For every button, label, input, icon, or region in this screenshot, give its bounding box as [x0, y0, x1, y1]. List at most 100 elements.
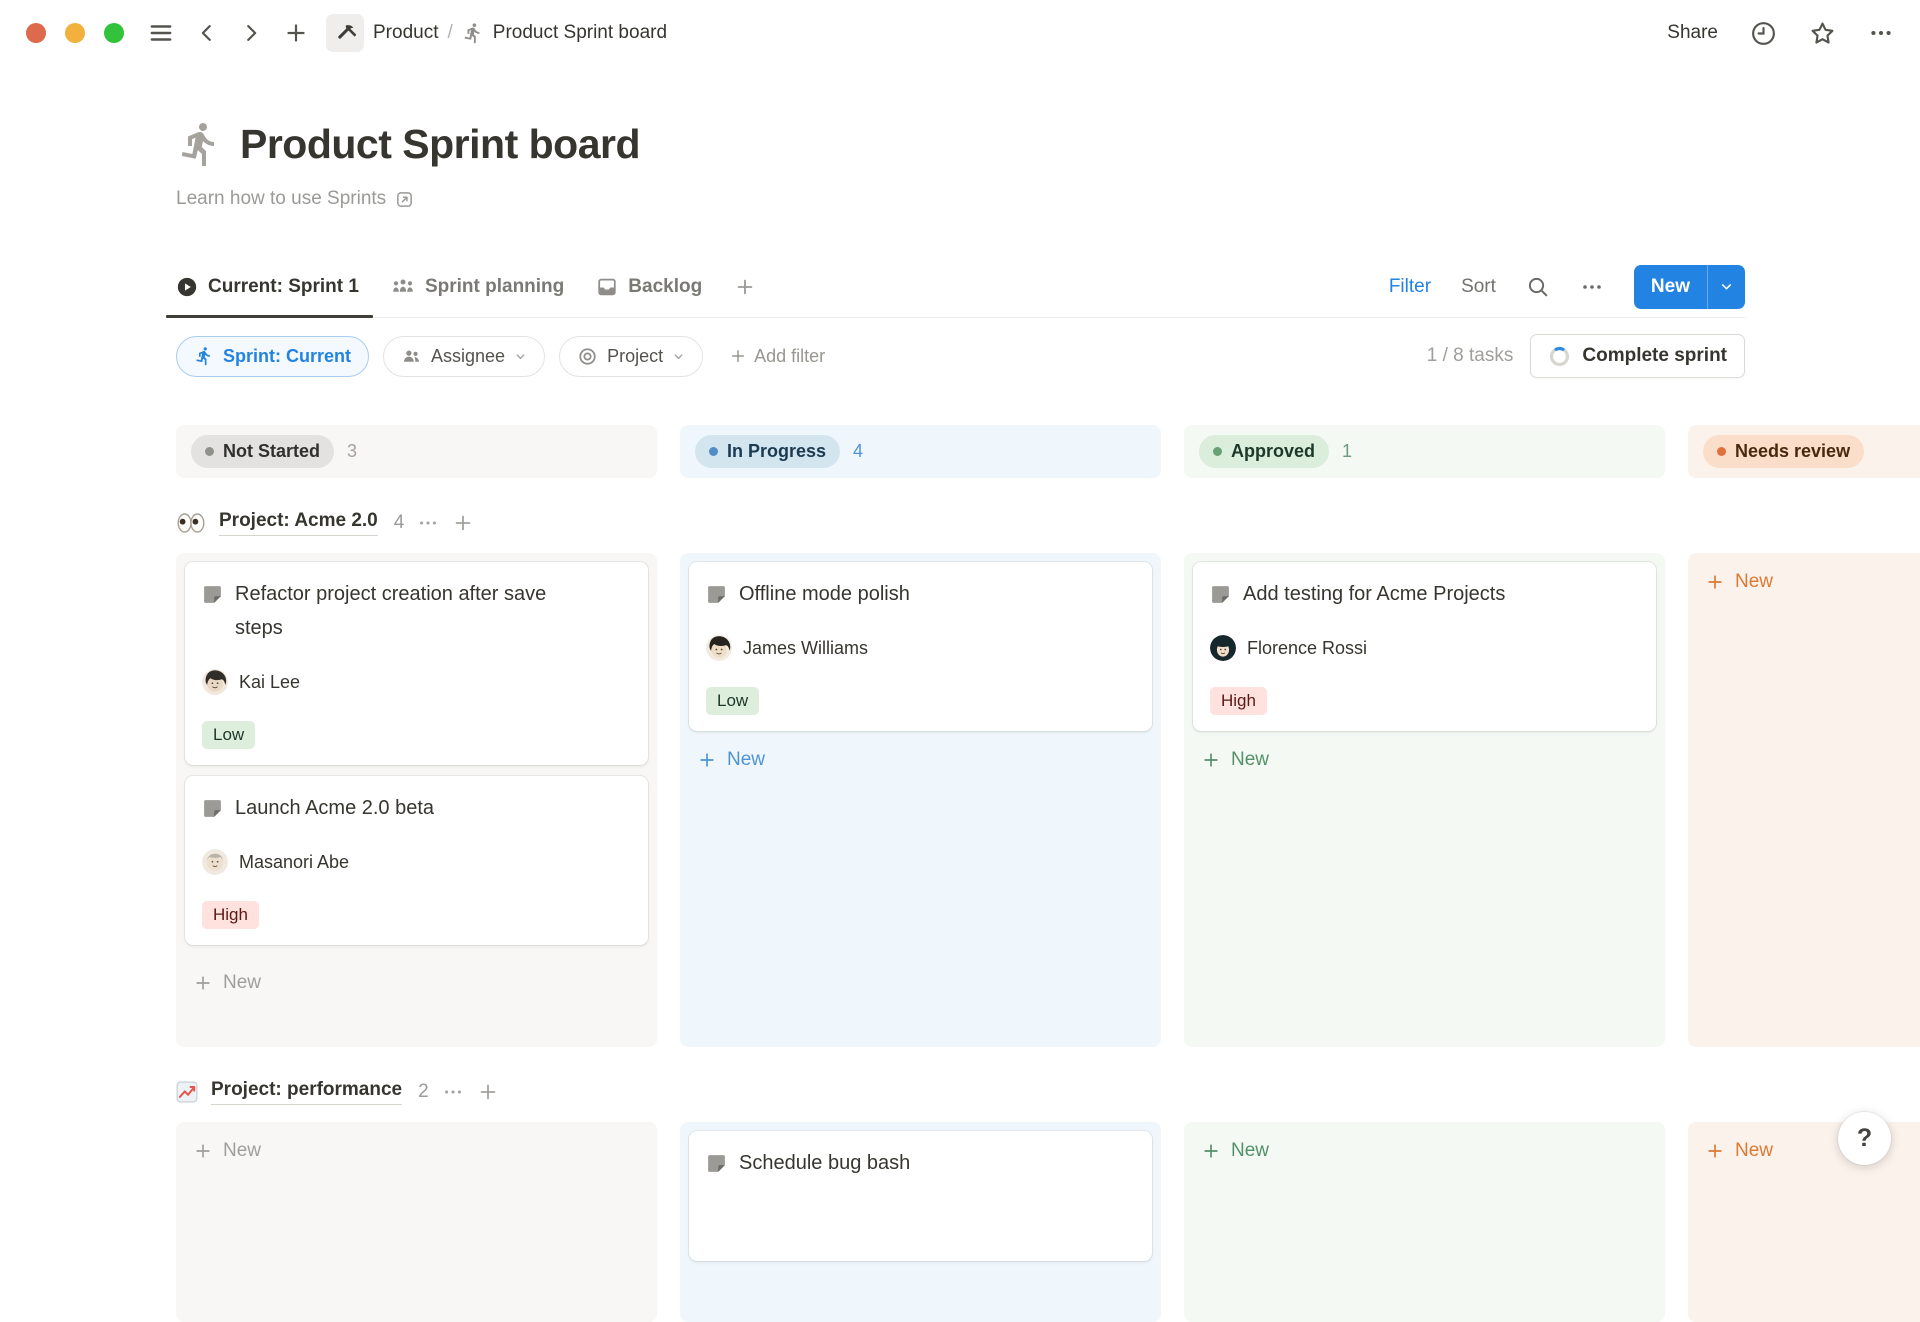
backlog-box-icon [596, 276, 618, 298]
back-button[interactable] [196, 22, 218, 44]
plus-icon [193, 1141, 213, 1161]
filter-chip-assignee[interactable]: Assignee [383, 336, 545, 377]
more-options-icon[interactable] [1868, 20, 1894, 46]
plus-icon [1201, 1141, 1221, 1161]
column-header-in-progress[interactable]: In Progress 4 [680, 425, 1161, 478]
new-label: New [223, 972, 261, 994]
group-more-icon[interactable] [417, 512, 439, 534]
chip-label: Sprint: Current [223, 346, 351, 367]
column-name: Approved [1231, 441, 1315, 462]
card-schedule-bug-bash[interactable]: Schedule bug bash [689, 1131, 1152, 1261]
group-more-icon[interactable] [442, 1081, 464, 1103]
group-add-plus-icon[interactable] [477, 1081, 499, 1103]
status-dot [1213, 447, 1222, 456]
workspace-hammer-icon[interactable] [326, 14, 364, 52]
plus-icon [193, 973, 213, 993]
priority-badge: High [1210, 687, 1267, 715]
page-content: Product Sprint board Learn how to use Sp… [0, 120, 1920, 1322]
tab-current-sprint[interactable]: Current: Sprint 1 [176, 256, 359, 317]
page-title: Product Sprint board [240, 121, 640, 168]
tab-backlog[interactable]: Backlog [596, 256, 702, 317]
new-card-button[interactable]: New [185, 963, 648, 1003]
chevron-down-icon [514, 350, 527, 363]
add-view-plus-icon[interactable] [734, 276, 756, 298]
column-name: Needs review [1735, 441, 1850, 462]
avatar [1210, 635, 1236, 661]
page-runner-icon[interactable] [176, 120, 224, 168]
external-link-icon [395, 190, 414, 209]
status-dot [1717, 447, 1726, 456]
share-button[interactable]: Share [1667, 22, 1718, 44]
new-card-button[interactable]: New [689, 740, 1152, 780]
group-title[interactable]: Project: Acme 2.0 [219, 510, 378, 536]
new-card-button[interactable]: New [1193, 740, 1656, 780]
new-label: New [727, 749, 765, 771]
group-header-acme: Project: Acme 2.0 4 [176, 505, 1920, 541]
filter-link[interactable]: Filter [1389, 276, 1431, 298]
card-add-testing[interactable]: Add testing for Acme Projects Florence R… [1193, 562, 1656, 731]
avatar [202, 849, 228, 875]
view-options-icon[interactable] [1580, 275, 1604, 299]
zoom-window-button[interactable] [104, 23, 124, 43]
card-launch-beta[interactable]: Launch Acme 2.0 beta Masanori Abe High [185, 776, 648, 945]
page-icon [706, 584, 727, 611]
lane-approved: New [1184, 1122, 1665, 1322]
eyes-emoji [176, 512, 206, 534]
plus-icon [1201, 750, 1221, 770]
breadcrumb-page[interactable]: Product Sprint board [493, 22, 667, 44]
group-acme-lanes: Refactor project creation after save ste… [176, 553, 1920, 1047]
new-button[interactable]: New [1634, 265, 1745, 309]
status-dot [205, 447, 214, 456]
breadcrumb-root[interactable]: Product [373, 22, 438, 44]
tab-label: Backlog [628, 276, 702, 298]
new-button-label: New [1634, 265, 1707, 309]
plus-icon [1705, 572, 1725, 592]
window-controls [26, 23, 124, 43]
column-header-approved[interactable]: Approved 1 [1184, 425, 1665, 478]
column-count: 3 [347, 441, 357, 462]
history-clock-icon[interactable] [1750, 20, 1777, 47]
card-offline-mode[interactable]: Offline mode polish James Williams Low [689, 562, 1152, 731]
complete-sprint-button[interactable]: Complete sprint [1530, 334, 1745, 378]
new-label: New [1231, 749, 1269, 771]
add-filter-label: Add filter [754, 346, 825, 367]
column-header-needs-review[interactable]: Needs review [1688, 425, 1920, 478]
search-icon[interactable] [1526, 275, 1550, 299]
forward-button[interactable] [240, 22, 262, 44]
tab-sprint-planning[interactable]: Sprint planning [391, 256, 564, 317]
complete-sprint-label: Complete sprint [1582, 345, 1727, 367]
lane-needs-review: New [1688, 553, 1920, 1047]
learn-sprints-link[interactable]: Learn how to use Sprints [176, 188, 414, 210]
filter-chip-sprint-current[interactable]: Sprint: Current [176, 336, 369, 377]
close-window-button[interactable] [26, 23, 46, 43]
new-label: New [1735, 571, 1773, 593]
new-card-button[interactable]: New [1193, 1131, 1656, 1171]
card-title: Launch Acme 2.0 beta [235, 791, 434, 825]
sort-link[interactable]: Sort [1461, 276, 1496, 298]
column-header-not-started[interactable]: Not Started 3 [176, 425, 657, 478]
plus-icon [1705, 1141, 1725, 1161]
group-add-plus-icon[interactable] [452, 512, 474, 534]
help-button[interactable]: ? [1838, 1112, 1891, 1165]
filter-chip-project[interactable]: Project [559, 336, 703, 377]
new-card-button[interactable]: New [1697, 562, 1920, 602]
favorite-star-icon[interactable] [1809, 20, 1836, 47]
lane-in-progress: Offline mode polish James Williams Low N… [680, 553, 1161, 1047]
column-name: In Progress [727, 441, 826, 462]
learn-sprints-label: Learn how to use Sprints [176, 188, 386, 210]
card-refactor-project[interactable]: Refactor project creation after save ste… [185, 562, 648, 765]
card-title: Schedule bug bash [739, 1146, 910, 1180]
priority-badge: Low [202, 721, 255, 749]
new-card-button[interactable]: New [185, 1131, 648, 1171]
new-tab-button[interactable] [284, 21, 308, 45]
window-topbar: Product / Product Sprint board Share [0, 0, 1920, 66]
assignee-name: Kai Lee [239, 672, 300, 693]
sidebar-menu-icon[interactable] [148, 20, 174, 46]
avatar [706, 635, 732, 661]
group-title[interactable]: Project: performance [211, 1079, 402, 1105]
column-count: 1 [1342, 441, 1352, 462]
chevron-down-icon[interactable] [1707, 265, 1745, 309]
new-label: New [1231, 1140, 1269, 1162]
minimize-window-button[interactable] [65, 23, 85, 43]
add-filter-button[interactable]: Add filter [729, 346, 825, 367]
